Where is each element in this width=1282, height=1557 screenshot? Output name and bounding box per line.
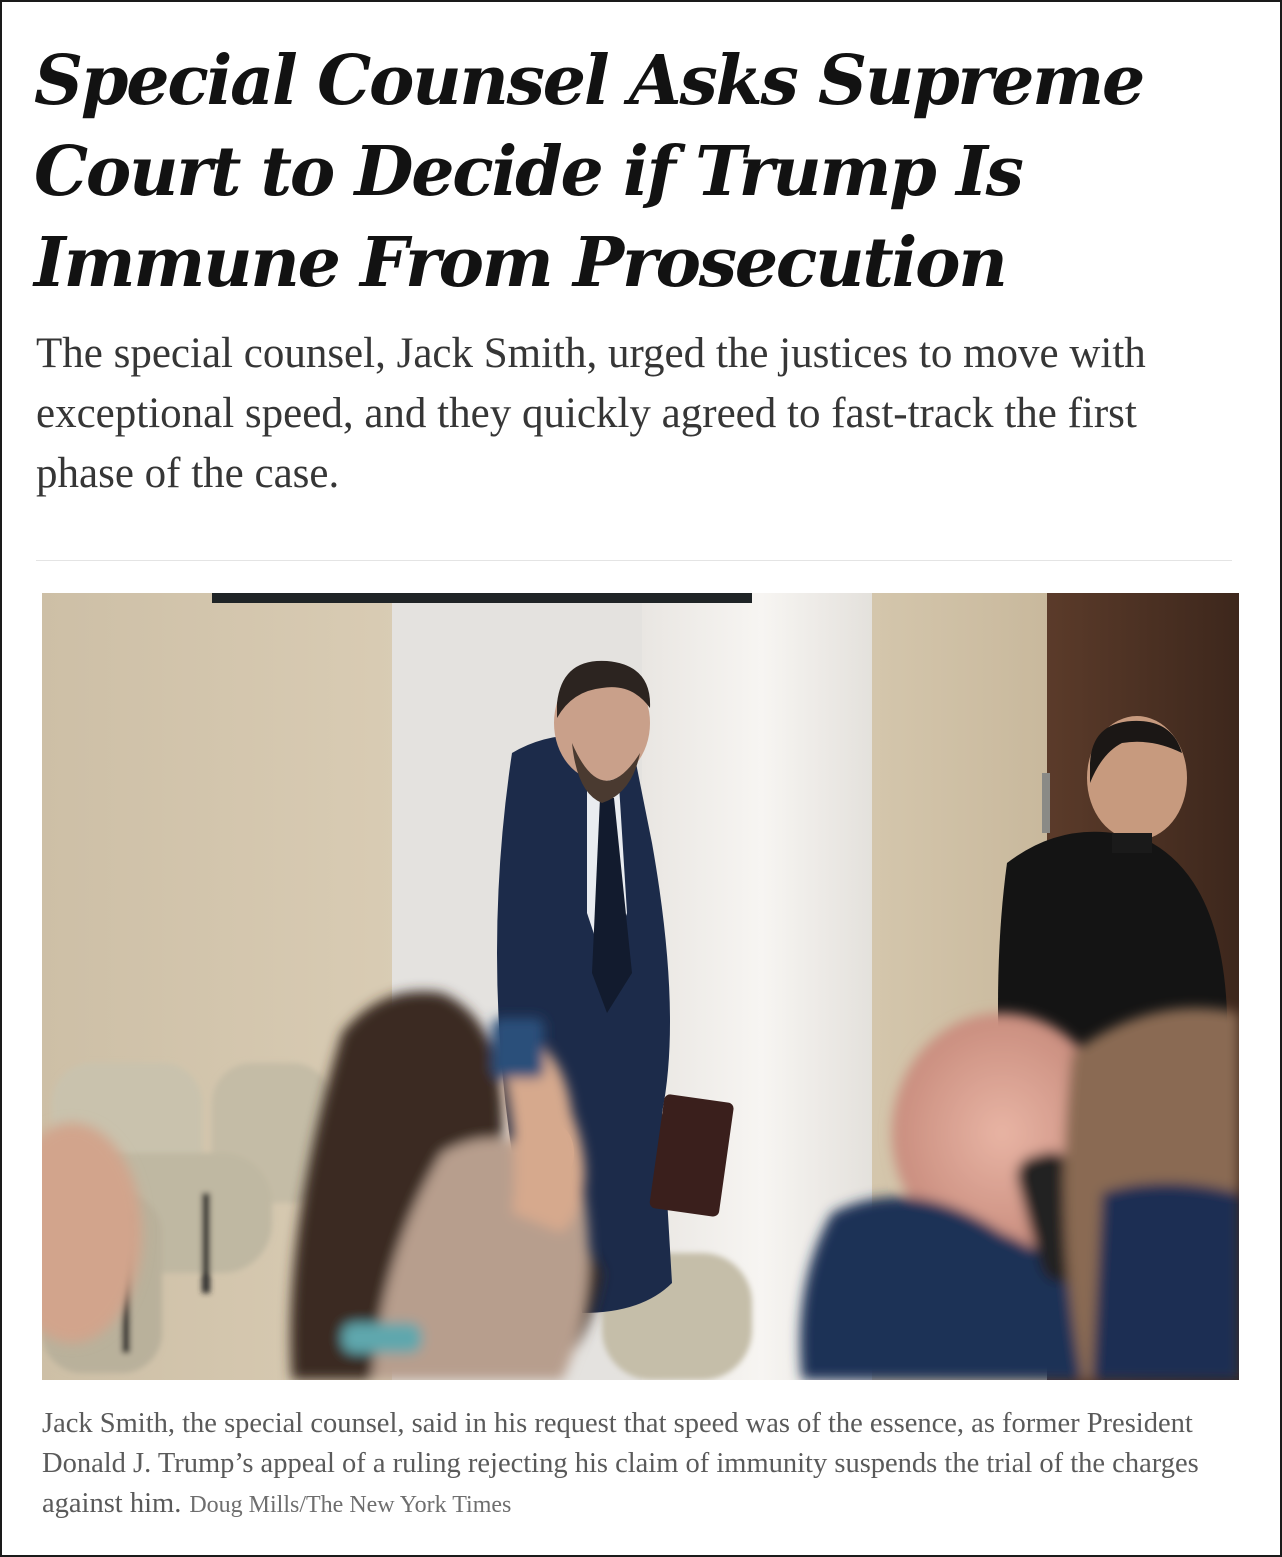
divider (36, 560, 1232, 561)
photo-credit: Doug Mills/The New York Times (189, 1492, 512, 1518)
lead-photo (42, 593, 1239, 1380)
article-frame: Special Counsel Asks Supreme Court to De… (0, 0, 1282, 1557)
article-summary: The special counsel, Jack Smith, urged t… (36, 330, 1146, 497)
courtroom-photo-illustration (42, 593, 1239, 1380)
article-headline: Special Counsel Asks Supreme Court to De… (34, 41, 1145, 303)
photo-caption: Jack Smith, the special counsel, said in… (42, 1404, 1242, 1525)
